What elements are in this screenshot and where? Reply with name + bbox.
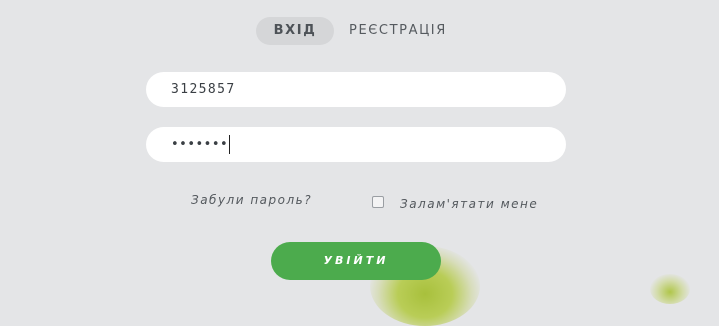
login-input[interactable]: [171, 82, 566, 97]
password-input[interactable]: •••••••: [171, 137, 228, 152]
remember-me-label: Залам'ятати мене: [400, 197, 539, 211]
login-button[interactable]: УВІЙТИ: [271, 242, 441, 280]
text-cursor: [229, 135, 231, 154]
password-field[interactable]: •••••••: [146, 127, 566, 162]
login-field[interactable]: [146, 72, 566, 107]
auth-tabs: ВХІД РЕЄСТРАЦІЯ: [256, 17, 447, 45]
background-decoration: [650, 274, 690, 304]
tab-login[interactable]: ВХІД: [256, 17, 334, 45]
remember-me-checkbox[interactable]: [372, 195, 384, 208]
forgot-password-link[interactable]: Забули пароль?: [191, 193, 312, 207]
remember-me: Залам'ятати мене: [372, 192, 538, 211]
tab-register[interactable]: РЕЄСТРАЦІЯ: [349, 17, 447, 45]
